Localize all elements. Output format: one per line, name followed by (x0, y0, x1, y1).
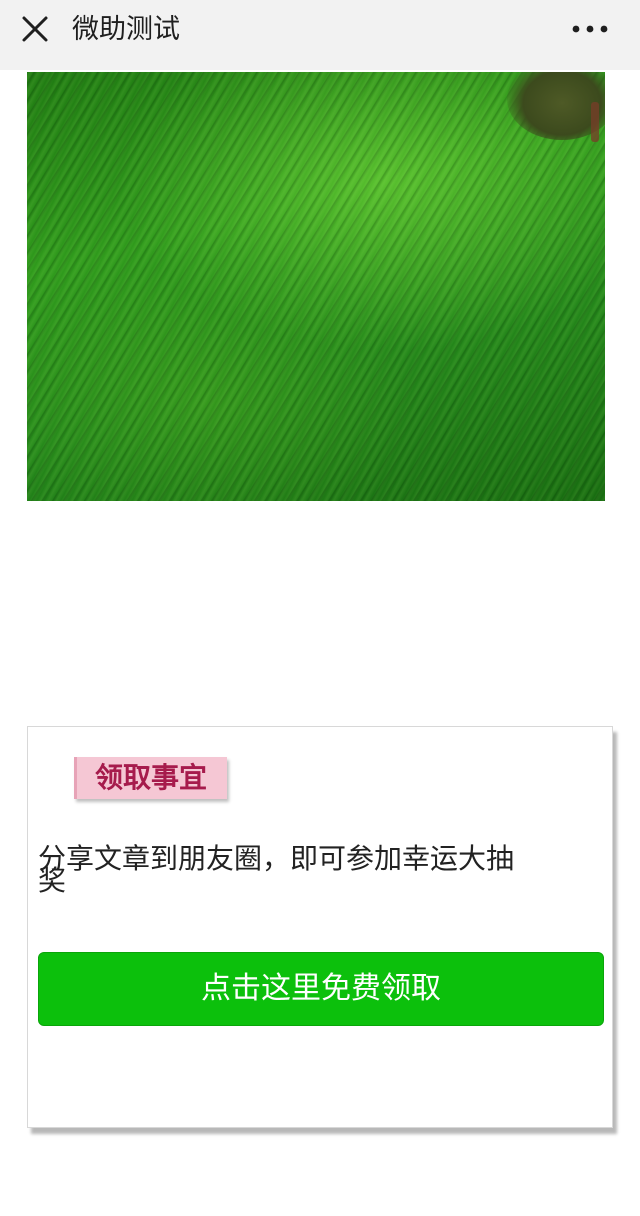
hero-image (27, 72, 605, 501)
tree-trunk-shape (591, 102, 599, 142)
close-icon[interactable] (20, 14, 50, 44)
claim-free-button[interactable]: 点击这里免费领取 (38, 952, 604, 1026)
claim-tag: 领取事宜 (74, 757, 228, 799)
description-text-wrap: 奖 (38, 864, 67, 897)
more-icon[interactable] (568, 17, 612, 41)
page-title: 微助测试 (72, 14, 180, 45)
claim-card: 领取事宜 分享文章到朋友圈，即可参加幸运大抽 奖 点击这里免费领取 (27, 726, 613, 1128)
top-bar: 微助测试 (0, 0, 640, 70)
description-text: 分享文章到朋友圈，即可参加幸运大抽 (38, 842, 515, 875)
